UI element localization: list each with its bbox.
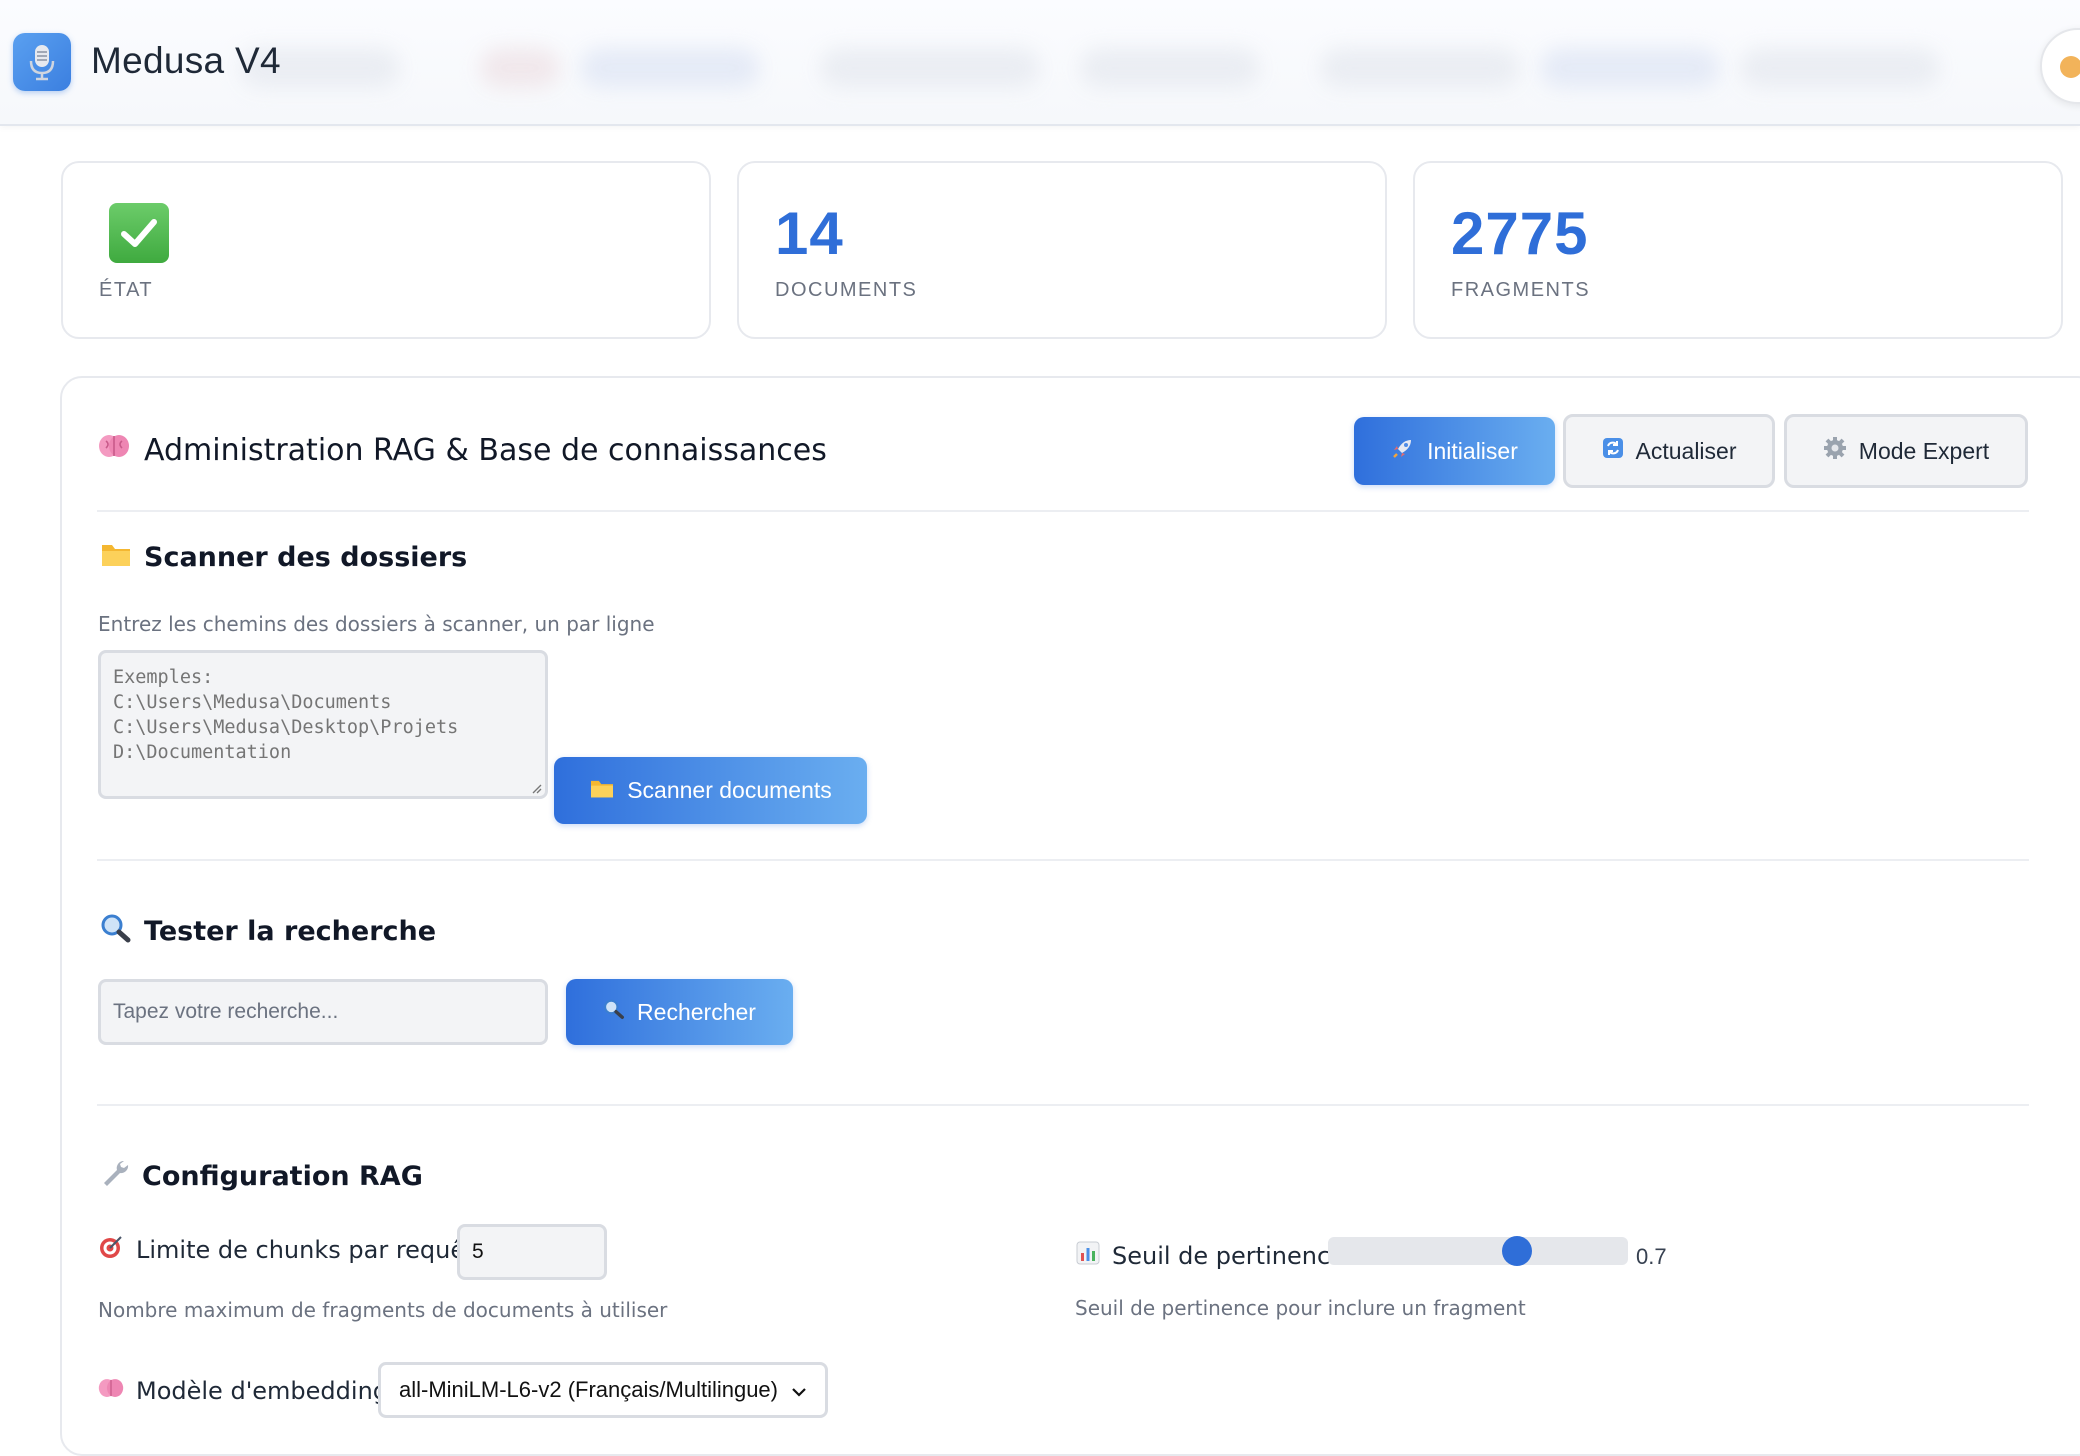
blurred-nav-tabs: [220, 30, 2040, 110]
stat-value: 14: [775, 200, 844, 267]
rocket-icon: [1391, 436, 1415, 466]
wrench-icon: [100, 1158, 130, 1195]
resize-grip-icon[interactable]: [532, 784, 542, 794]
section-divider: [97, 859, 2029, 861]
folder-icon: [589, 777, 615, 805]
stat-card-fragments: 2775 FRAGMENTS: [1413, 161, 2063, 339]
section-divider: [97, 1104, 2029, 1106]
refresh-button[interactable]: Actualiser: [1563, 414, 1775, 488]
microphone-icon[interactable]: [13, 33, 71, 91]
app-header: Medusa V4: [0, 0, 2080, 126]
embedding-model-label-text: Modèle d'embedding:: [136, 1377, 397, 1405]
stat-label: DOCUMENTS: [775, 279, 918, 301]
moon-icon: [2060, 56, 2080, 78]
refresh-label: Actualiser: [1635, 437, 1737, 464]
config-section-title: Configuration RAG: [100, 1158, 423, 1195]
folder-icon: [100, 540, 132, 575]
stat-card-documents: 14 DOCUMENTS: [737, 161, 1387, 339]
threshold-help: Seuil de pertinence pour inclure un frag…: [1075, 1296, 1526, 1320]
chunk-limit-input[interactable]: [457, 1224, 607, 1280]
slider-knob[interactable]: [1502, 1236, 1532, 1266]
initialize-label: Initialiser: [1427, 437, 1518, 464]
stat-card-status: ÉTAT: [61, 161, 711, 339]
embedding-model-value: all-MiniLM-L6-v2 (Français/Multilingue): [399, 1377, 778, 1402]
search-section-title: Tester la recherche: [100, 913, 436, 950]
search-button[interactable]: Rechercher: [566, 979, 793, 1045]
panel-title-text: Administration RAG & Base de connaissanc…: [144, 432, 827, 468]
brain-icon: [98, 432, 130, 468]
scan-documents-label: Scanner documents: [627, 777, 832, 803]
chevron-down-icon: [791, 1377, 807, 1403]
stat-label: FRAGMENTS: [1451, 279, 1591, 301]
magnifier-icon: [603, 998, 625, 1026]
config-section-title-text: Configuration RAG: [142, 1161, 423, 1192]
expert-mode-button[interactable]: Mode Expert: [1784, 414, 2028, 488]
scan-documents-button[interactable]: Scanner documents: [554, 757, 867, 824]
search-section-title-text: Tester la recherche: [144, 916, 437, 947]
search-button-label: Rechercher: [637, 998, 756, 1025]
stat-value: 2775: [1451, 200, 1589, 267]
gear-icon: [1823, 436, 1847, 466]
initialize-button[interactable]: Initialiser: [1354, 417, 1555, 485]
scan-section-title: Scanner des dossiers: [100, 540, 467, 575]
chunk-limit-help: Nombre maximum de fragments de documents…: [98, 1298, 668, 1322]
folder-paths-textarea[interactable]: [98, 650, 548, 799]
threshold-label-text: Seuil de pertinence:: [1112, 1242, 1353, 1270]
check-icon: [109, 203, 169, 263]
threshold-label: Seuil de pertinence:: [1076, 1241, 1353, 1271]
expert-mode-label: Mode Expert: [1858, 437, 1990, 464]
threshold-value: 0.7: [1636, 1244, 1667, 1269]
brain-icon: [98, 1376, 124, 1406]
scan-section-title-text: Scanner des dossiers: [144, 542, 468, 573]
scan-help-text: Entrez les chemins des dossiers à scanne…: [98, 612, 655, 636]
chunk-limit-label-text: Limite de chunks par requête:: [136, 1236, 498, 1264]
target-icon: [98, 1234, 124, 1266]
theme-toggle-button[interactable]: [2040, 28, 2080, 104]
section-divider: [97, 510, 2029, 512]
magnifier-icon: [100, 913, 132, 950]
relevance-threshold-slider[interactable]: [1328, 1236, 1628, 1266]
search-input[interactable]: [98, 979, 548, 1045]
app-title: Medusa V4: [91, 40, 281, 81]
embedding-model-select[interactable]: all-MiniLM-L6-v2 (Français/Multilingue): [378, 1362, 828, 1418]
embedding-model-label: Modèle d'embedding:: [98, 1376, 396, 1406]
chunk-limit-label: Limite de chunks par requête:: [98, 1234, 497, 1266]
bar-chart-icon: [1076, 1241, 1100, 1271]
stat-label: ÉTAT: [99, 279, 154, 301]
panel-title: Administration RAG & Base de connaissanc…: [98, 432, 827, 468]
refresh-icon: [1602, 437, 1624, 465]
